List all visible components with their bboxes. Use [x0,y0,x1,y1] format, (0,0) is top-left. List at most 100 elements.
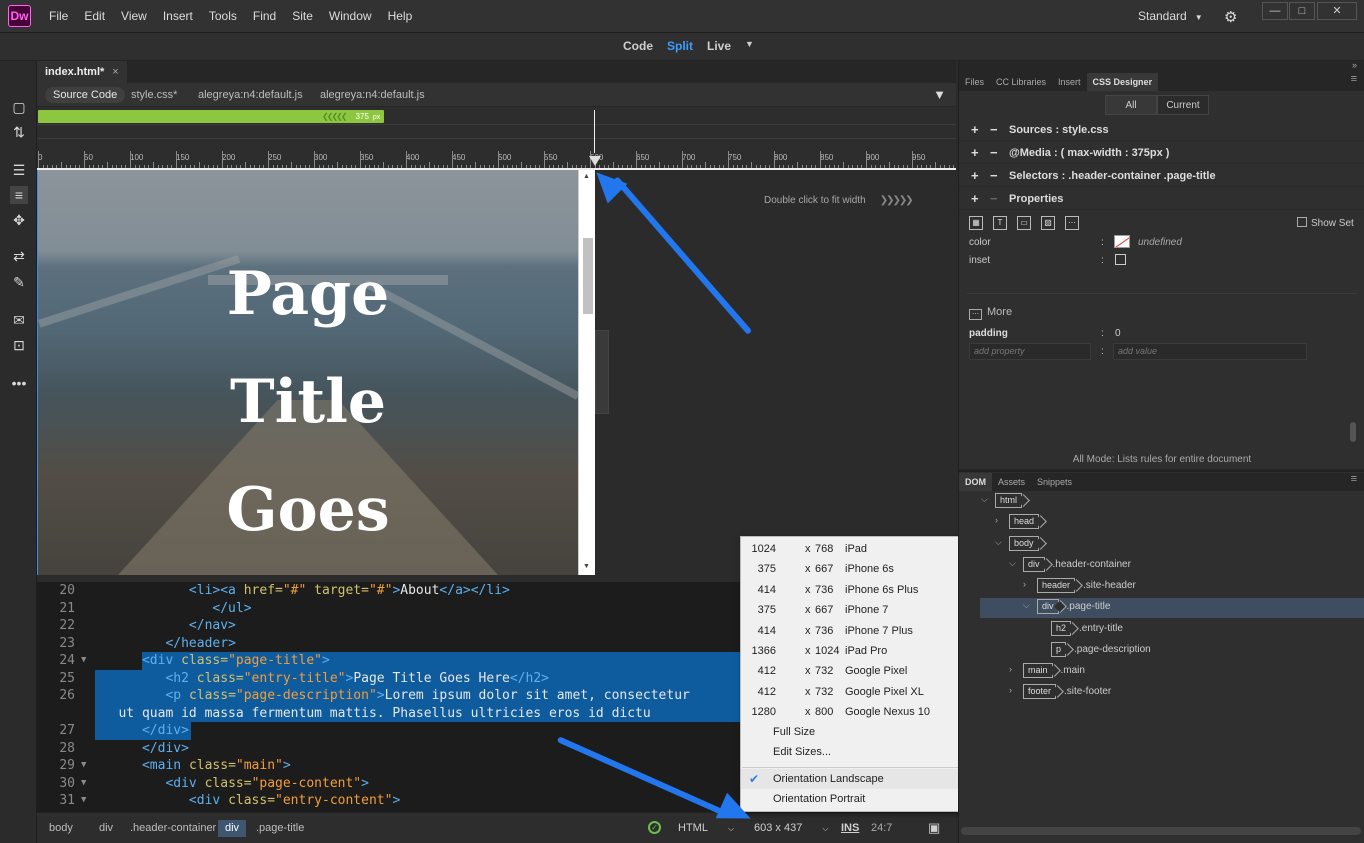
size-option-google-pixel-xl[interactable]: 412 x 732 Google Pixel XL [741,682,977,702]
all-button[interactable]: All [1105,95,1157,115]
orientation-landscape-option[interactable]: ✔ Orientation Landscape [741,769,977,789]
chevron-down-icon[interactable]: ⌵ [1023,600,1030,611]
file-transfer-icon[interactable]: ⇅ [10,123,28,141]
maximize-button[interactable]: □ [1289,2,1315,20]
text-icon[interactable]: T [993,216,1007,230]
properties-section[interactable]: + − Properties [959,188,1364,210]
dom-node-body[interactable]: body [1009,536,1047,552]
add-icon[interactable]: + [971,188,979,210]
breadcrumb-header-container[interactable]: .header-container [123,820,223,837]
media-query-375[interactable]: ❮❮❮❮❮ 375 px [38,110,385,123]
format-source-icon[interactable]: ≡ [10,186,28,204]
minimize-button[interactable]: — [1262,2,1288,20]
size-option-ipad-pro[interactable]: 1366 x 1024 iPad Pro [741,641,977,661]
menu-find[interactable]: Find [245,0,284,33]
full-size-option[interactable]: Full Size [741,722,977,742]
size-option-ipad[interactable]: 1024 x 768 iPad [741,539,977,559]
size-option-google-nexus-10[interactable]: 1280 x 800 Google Nexus 10 [741,702,977,722]
workspace-switcher[interactable]: Standard ▼ [1138,9,1203,23]
live-view-button[interactable]: Live [707,39,731,53]
fold-arrow-icon[interactable]: ▼ [81,652,86,670]
size-option-iphone-6s-plus[interactable]: 414 x 736 iPhone 6s Plus [741,580,977,600]
open-document-icon[interactable]: ▢ [10,98,28,116]
tab-assets[interactable]: Assets [992,473,1031,491]
padding-value[interactable]: 0 [1115,328,1121,339]
related-file-alegreya-js-2[interactable]: alegreya:n4:default.js [320,87,425,103]
breadcrumb-page-title[interactable]: .page-title [249,820,311,837]
inset-checkbox[interactable] [1115,254,1126,265]
size-option-iphone-6s[interactable]: 375 x 667 iPhone 6s [741,559,977,579]
document-type[interactable]: HTML ⌵ [678,822,734,834]
orientation-portrait-option[interactable]: Orientation Portrait [741,789,977,809]
add-value-field[interactable]: add value [1113,343,1307,360]
background-icon[interactable]: ▨ [1041,216,1055,230]
current-button[interactable]: Current [1157,95,1209,115]
size-option-google-pixel[interactable]: 412 x 732 Google Pixel [741,661,977,681]
dom-node-h2[interactable]: h2 .entry-title [1051,621,1123,637]
sources-section[interactable]: + − Sources : style.css [959,119,1364,141]
dom-node-footer[interactable]: footer .site-footer [1023,684,1111,700]
color-value[interactable]: undefined [1138,237,1182,248]
menu-file[interactable]: File [41,0,76,33]
dom-node-header[interactable]: header .site-header [1037,578,1136,594]
chevron-right-icon[interactable]: › [1023,579,1026,589]
dom-node-p[interactable]: p .page-description [1051,642,1151,658]
tab-files[interactable]: Files [959,73,990,91]
panel-menu-icon[interactable]: ≡ [1351,73,1357,85]
add-icon[interactable]: + [971,142,979,164]
gear-icon[interactable]: ⚙ [1224,8,1237,26]
fold-arrow-icon[interactable]: ▼ [81,775,86,793]
expand-collapse-icon[interactable]: ⇄ [10,247,28,265]
window-size-selector[interactable]: 603 x 437 ⌵ [754,822,828,834]
breadcrumb-div-active[interactable]: div [218,820,247,837]
dom-node-head[interactable]: head [1009,514,1047,530]
menu-window[interactable]: Window [321,0,380,33]
menu-edit[interactable]: Edit [76,0,113,33]
layout-icon[interactable]: ▦ [969,216,983,230]
ruler-handle-icon[interactable] [589,156,601,166]
chevron-down-icon[interactable]: ⌵ [981,494,988,505]
fold-arrow-icon[interactable]: ▼ [81,757,86,775]
dom-node-div[interactable]: div .header-container [1023,557,1131,573]
more-tools-icon[interactable]: ••• [10,374,28,392]
double-chevron-right-icon[interactable]: » [1352,60,1357,70]
panel-menu-icon[interactable]: ≡ [1351,473,1357,485]
add-icon[interactable]: + [971,165,979,187]
size-option-iphone-7[interactable]: 375 x 667 iPhone 7 [741,600,977,620]
chevron-down-icon[interactable]: ▼ [745,39,754,53]
tab-snippets[interactable]: Snippets [1031,473,1078,491]
wrap-tag-icon[interactable]: ⊡ [10,336,28,354]
more-icon[interactable]: ⋯ [1065,216,1079,230]
tab-insert[interactable]: Insert [1052,73,1087,91]
scroll-thumb[interactable] [583,238,593,314]
fold-arrow-icon[interactable]: ▼ [81,792,86,810]
related-file-style-css[interactable]: style.css* [131,87,177,103]
brush-icon[interactable]: ✎ [10,273,28,291]
design-view[interactable]: Page Title Goes ▲ ▼ [37,170,595,575]
tab-cc-libraries[interactable]: CC Libraries [990,73,1052,91]
menu-view[interactable]: View [113,0,155,33]
more-properties[interactable]: ⋯ More [969,306,1012,320]
border-icon[interactable]: ▭ [1017,216,1031,230]
add-property-field[interactable]: add property [969,343,1091,360]
chevron-right-icon[interactable]: › [1009,685,1012,695]
add-icon[interactable]: + [971,119,979,141]
show-set-checkbox[interactable]: Show Set [1297,217,1354,229]
close-window-button[interactable]: ✕ [1317,2,1357,20]
insert-mode[interactable]: INS [841,822,859,834]
code-view-button[interactable]: Code [623,39,653,53]
split-view-button[interactable]: Split [667,39,693,53]
filter-icon[interactable]: ▼ [933,87,946,102]
remove-icon[interactable]: − [990,119,998,141]
code-navigator-icon[interactable]: ☰ [10,161,28,179]
dom-horizontal-scrollbar[interactable] [961,827,1361,835]
comment-icon[interactable]: ✉ [10,311,28,329]
panel-collapse-bar[interactable]: » [959,60,1364,73]
tab-css-designer[interactable]: CSS Designer [1086,73,1159,91]
selectors-section[interactable]: + − Selectors : .header-container .page-ti… [959,165,1364,187]
dom-node-main[interactable]: main .main [1023,663,1085,679]
dom-node-html[interactable]: html [995,493,1030,509]
menu-insert[interactable]: Insert [155,0,201,33]
menu-site[interactable]: Site [284,0,321,33]
scroll-down-icon[interactable]: ▼ [583,563,590,570]
